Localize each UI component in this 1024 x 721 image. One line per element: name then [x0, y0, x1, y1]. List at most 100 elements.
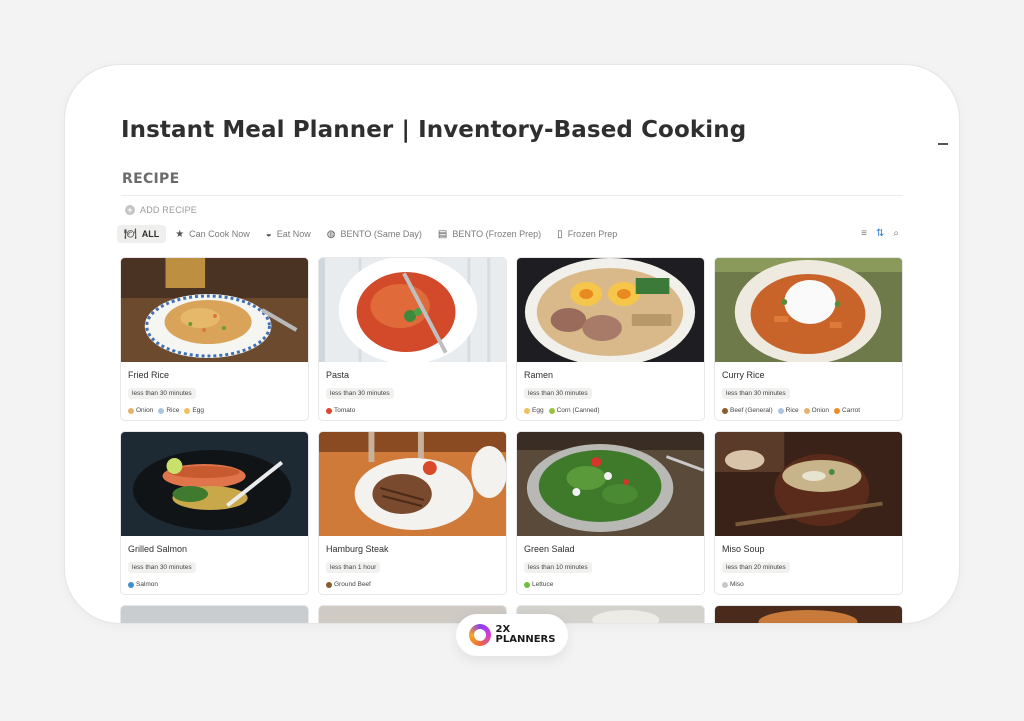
search-icon[interactable]: ⌕: [893, 229, 899, 239]
ingredient-item: Corn (Canned): [548, 407, 600, 414]
tab-bento-frozen-prep[interactable]: ▤ BENTO (Frozen Prep): [431, 225, 548, 243]
ingredient-item: Egg: [184, 407, 204, 414]
add-recipe-button[interactable]: + ADD RECIPE: [125, 205, 197, 215]
recipe-name: Hamburg Steak: [326, 544, 389, 554]
rice-icon: [777, 407, 784, 414]
cook-time-tag: less than 30 minutes: [326, 388, 394, 399]
ingredient-item: Carrot: [834, 407, 860, 414]
tab-can-cook-now[interactable]: ★ Can Cook Now: [168, 225, 257, 243]
tab-eat-now[interactable]: ◒ Eat Now: [259, 225, 318, 243]
recipe-card-green-salad[interactable]: Green Salad less than 10 minutes Lettuce: [516, 431, 705, 595]
recipe-card-fried-rice[interactable]: Fried Rice less than 30 minutes Onion Ri…: [120, 257, 309, 421]
cook-time-tag: less than 10 minutes: [524, 562, 592, 573]
tab-all[interactable]: 🍽 ALL: [117, 225, 167, 243]
freezer-icon: ▯: [557, 228, 563, 240]
ingredient-list: Miso: [722, 581, 895, 588]
fish-icon: [128, 581, 134, 588]
ingredient-item: Onion: [803, 407, 829, 414]
bowl-icon: ◒: [265, 228, 272, 240]
ingredient-label: Miso: [730, 581, 744, 588]
recipe-name: Miso Soup: [722, 544, 765, 554]
recipe-card-curry-rice[interactable]: Curry Rice less than 30 minutes Beef (Ge…: [714, 257, 903, 421]
ingredient-item: Salmon: [128, 581, 158, 588]
ingredient-label: Salmon: [136, 581, 159, 588]
ingredient-list: Tomato: [326, 407, 499, 414]
ingredient-item: Ground Beef: [326, 581, 371, 588]
beef-icon: [722, 407, 728, 414]
ingredient-list: Beef (General) Rice Onion Carrot: [722, 407, 895, 414]
sort-icon[interactable]: ⇅: [876, 229, 884, 239]
brand-logo: 2X PLANNERS: [456, 614, 568, 656]
gallery-grid: Fried Rice less than 30 minutes Onion Ri…: [120, 257, 903, 623]
utensils-icon: 🍽: [124, 228, 137, 240]
egg-icon: [184, 407, 191, 414]
star-icon: ★: [175, 228, 185, 240]
miso-icon: [722, 581, 728, 588]
recipe-card-pasta[interactable]: Pasta less than 30 minutes Tomato: [318, 257, 507, 421]
filter-icon[interactable]: ≡: [861, 229, 867, 239]
view-tabs: 🍽 ALL ★ Can Cook Now ◒ Eat Now ◍ BENTO (…: [117, 225, 624, 243]
box-icon: ▤: [437, 228, 448, 240]
tab-label: ALL: [141, 229, 160, 239]
recipe-photo: [715, 258, 902, 362]
cook-time-tag: less than 1 hour: [326, 562, 381, 573]
ingredient-label: Corn (Canned): [556, 407, 600, 414]
cook-time-tag: less than 20 minutes: [722, 562, 790, 573]
recipe-photo: [517, 432, 704, 536]
ingredient-list: Ground Beef: [326, 581, 499, 588]
ingredient-item: Miso: [722, 581, 744, 588]
recipe-name: Pasta: [326, 370, 350, 380]
onion-icon: [128, 407, 134, 414]
ingredient-label: Egg: [192, 407, 204, 414]
cook-time-tag: less than 30 minutes: [524, 388, 592, 399]
ingredient-list: Lettuce: [524, 581, 697, 588]
notion-page: Instant Meal Planner | Inventory-Based C…: [64, 64, 960, 624]
ingredient-item: Egg: [524, 407, 544, 414]
recipe-name: Green Salad: [524, 544, 575, 554]
tab-label: Eat Now: [276, 229, 311, 239]
ingredient-list: Salmon: [128, 581, 301, 588]
ingredient-label: Rice: [166, 407, 180, 414]
ingredient-item: Lettuce: [524, 581, 553, 588]
recipe-photo: [121, 606, 308, 623]
recipe-card-partial[interactable]: [120, 605, 309, 623]
tab-label: BENTO (Frozen Prep): [452, 229, 542, 239]
recipe-photo: [715, 606, 902, 623]
add-recipe-label: ADD RECIPE: [140, 205, 198, 215]
logo-line-2: PLANNERS: [495, 634, 556, 645]
tab-label: BENTO (Same Day): [340, 229, 422, 239]
recipe-name: Fried Rice: [128, 370, 170, 380]
ingredient-label: Egg: [532, 407, 544, 414]
tab-frozen-prep[interactable]: ▯ Frozen Prep: [550, 225, 624, 243]
recipe-card-ramen[interactable]: Ramen less than 30 minutes Egg Corn (Can…: [516, 257, 705, 421]
logo-mark-icon: [468, 624, 491, 646]
recipe-photo: [319, 258, 506, 362]
recipe-photo: [121, 258, 308, 362]
bento-icon: ◍: [326, 228, 336, 240]
beef-icon: [326, 581, 332, 588]
view-tools: ≡ ⇅ ⌕: [861, 229, 899, 239]
ingredient-item: Tomato: [326, 407, 355, 414]
ingredient-item: Onion: [128, 407, 153, 414]
cook-time-tag: less than 30 minutes: [128, 388, 196, 399]
lettuce-icon: [524, 581, 530, 588]
ingredient-label: Beef (General): [730, 407, 773, 414]
onion-icon: [803, 407, 810, 414]
tab-label: Frozen Prep: [567, 229, 618, 239]
ingredient-item: Beef (General): [722, 407, 773, 414]
carrot-icon: [834, 407, 841, 414]
tab-bento-same-day[interactable]: ◍ BENTO (Same Day): [320, 225, 429, 243]
recipe-photo: [121, 432, 308, 536]
recipe-card-hamburg-steak[interactable]: Hamburg Steak less than 1 hour Ground Be…: [318, 431, 507, 595]
ingredient-label: Ground Beef: [334, 581, 371, 588]
cook-time-tag: less than 30 minutes: [722, 388, 790, 399]
section-title: RECIPE: [122, 171, 180, 187]
recipe-name: Curry Rice: [722, 370, 765, 380]
rice-icon: [158, 407, 165, 414]
collapse-icon[interactable]: [938, 143, 948, 145]
recipe-card-partial[interactable]: [714, 605, 903, 623]
ingredient-item: Rice: [158, 407, 179, 414]
recipe-card-grilled-salmon[interactable]: Grilled Salmon less than 30 minutes Salm…: [120, 431, 309, 595]
corn-icon: [548, 407, 555, 414]
recipe-card-miso-soup[interactable]: Miso Soup less than 20 minutes Miso: [714, 431, 903, 595]
